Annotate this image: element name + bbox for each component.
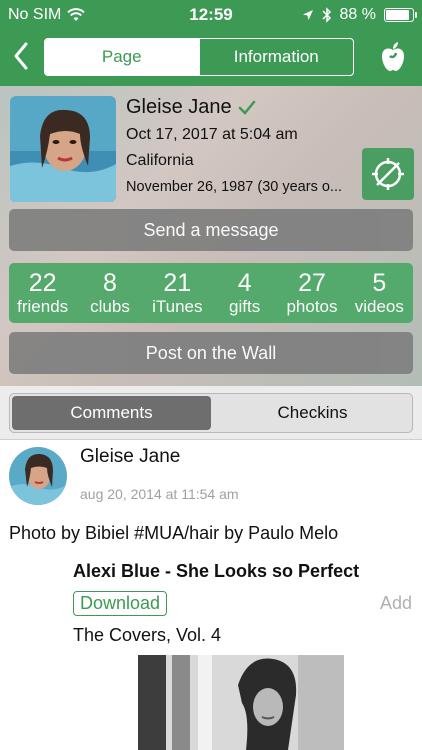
profile-name: Gleise Jane	[126, 96, 232, 118]
compass-no-location-icon	[372, 158, 404, 190]
battery-icon	[384, 8, 417, 22]
page-info-segmented-control: Page Information	[44, 38, 354, 76]
stat-videos[interactable]: 5 videos	[346, 263, 413, 323]
post-text: Photo by Bibiel #MUA/hair by Paulo Melo	[9, 523, 339, 543]
stat-friends[interactable]: 22 friends	[9, 263, 76, 323]
profile-section: Gleise Jane Oct 17, 2017 at 5:04 am Cali…	[0, 86, 422, 386]
stat-value: 8	[103, 269, 117, 297]
profile-birthday: November 26, 1987 (30 years o...	[126, 179, 343, 195]
back-chevron-icon	[14, 42, 28, 70]
stat-value: 5	[372, 269, 387, 297]
top-bar: No SIM 12:59 88 % Page Information	[0, 0, 422, 86]
stat-value: 22	[28, 269, 57, 297]
stat-gifts[interactable]: 4 gifts	[211, 263, 278, 323]
back-button[interactable]	[6, 38, 36, 74]
profile-photo[interactable]	[10, 96, 116, 202]
profile-name-row: Gleise Jane	[126, 96, 256, 119]
tab-comments[interactable]: Comments	[12, 396, 211, 430]
feed-post: Gleise Jane aug 20, 2014 at 11:54 am Pho…	[0, 441, 422, 750]
battery-fill	[386, 10, 409, 20]
download-button[interactable]: Download	[73, 591, 168, 616]
stat-value: 4	[237, 269, 252, 297]
stat-value: 21	[163, 269, 192, 297]
profile-location: California	[126, 152, 194, 169]
bluetooth-icon	[322, 7, 331, 23]
post-author-name[interactable]: Gleise Jane	[80, 446, 180, 468]
post-date: aug 20, 2014 at 11:54 am	[80, 486, 239, 502]
location-button[interactable]	[362, 148, 414, 200]
send-message-button[interactable]: Send a message	[9, 209, 413, 251]
stat-label: gifts	[229, 297, 261, 316]
stat-label: iTunes	[152, 297, 203, 316]
tabs-bar: Comments Checkins	[0, 386, 422, 440]
stat-itunes[interactable]: 21 iTunes	[144, 263, 211, 323]
post-author-avatar-image	[9, 447, 67, 505]
location-arrow-icon	[302, 10, 313, 20]
status-bar: No SIM 12:59 88 %	[0, 0, 422, 30]
stat-label: videos	[354, 297, 404, 316]
stat-photos[interactable]: 27 photos	[278, 263, 345, 323]
stat-value: 27	[298, 269, 326, 297]
tab-checkins[interactable]: Checkins	[213, 394, 412, 432]
status-right-group: 88 %	[302, 6, 417, 24]
nav-bar: Page Information	[0, 30, 422, 86]
album-cover-image[interactable]	[138, 655, 344, 750]
battery-percent: 88 %	[339, 6, 376, 23]
profile-joined-date: Oct 17, 2017 at 5:04 am	[126, 126, 298, 143]
stat-clubs[interactable]: 8 clubs	[76, 263, 143, 323]
post-author-avatar[interactable]	[9, 447, 67, 505]
album-name: The Covers, Vol. 4	[73, 625, 222, 645]
post-on-wall-button[interactable]: Post on the Wall	[9, 332, 413, 374]
song-title[interactable]: Alexi Blue - She Looks so Perfect	[73, 561, 359, 582]
verified-check-icon	[238, 100, 255, 115]
album-cover-photo	[138, 655, 344, 750]
stat-label: photos	[286, 297, 338, 316]
profile-stats: 22 friends 8 clubs 21 iTunes 4 gifts 27 …	[9, 263, 413, 323]
apple-button[interactable]	[376, 38, 410, 76]
segment-page[interactable]: Page	[45, 39, 199, 75]
stat-label: friends	[17, 297, 69, 316]
segment-information[interactable]: Information	[198, 39, 354, 75]
profile-photo-image	[10, 96, 116, 202]
stat-label: clubs	[90, 297, 130, 316]
apple-icon	[382, 42, 404, 71]
add-button[interactable]: Add	[380, 593, 412, 614]
comments-checkins-tabs: Comments Checkins	[9, 393, 413, 433]
